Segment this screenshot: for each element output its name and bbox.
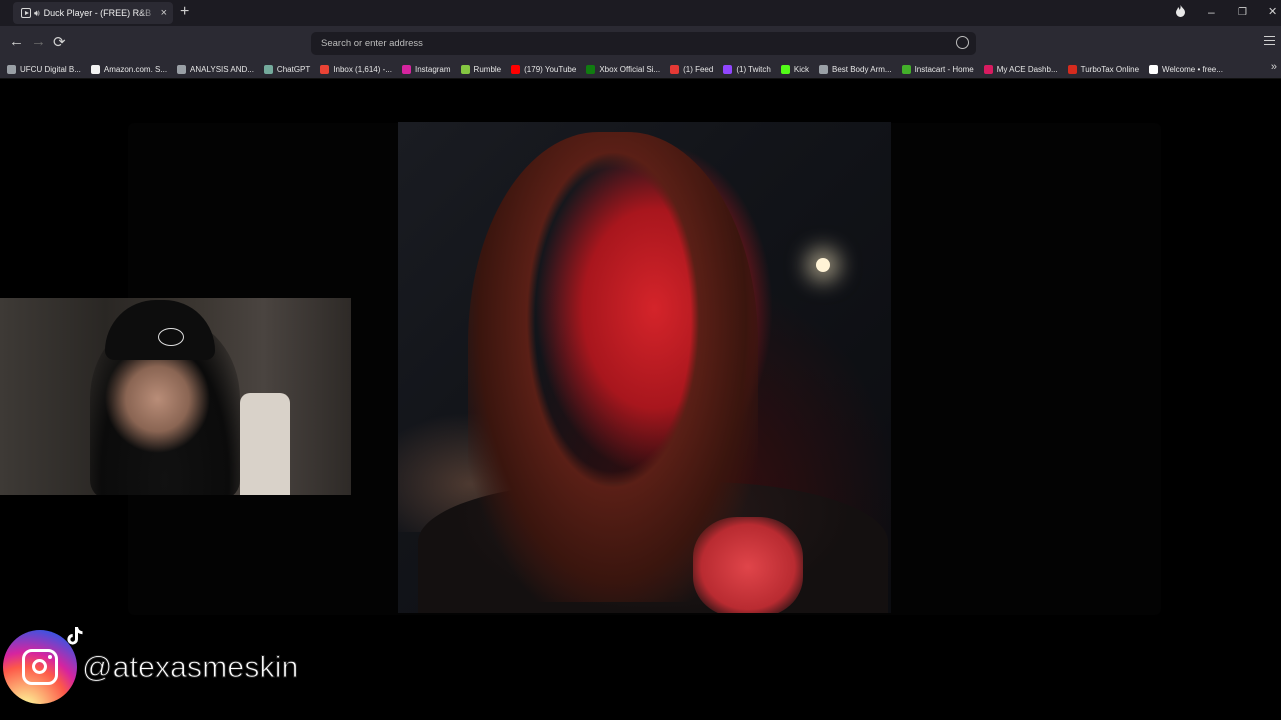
bookmark-item[interactable]: Kick [780, 64, 809, 74]
minimize-button[interactable]: – [1208, 5, 1215, 19]
bookmark-favicon-icon [460, 64, 470, 74]
bookmark-favicon-icon [511, 64, 521, 74]
page-content: @atexasmeskin [0, 80, 1281, 720]
speaker-icon[interactable]: 🔊︎ [34, 8, 40, 19]
bookmark-favicon-icon [177, 64, 187, 74]
bookmark-label: (1) Twitch [736, 64, 771, 74]
bookmark-favicon-icon [723, 64, 733, 74]
instagram-icon [3, 630, 77, 704]
streetlight [816, 258, 830, 272]
navigation-bar: ← → ⟳ Search or enter address [0, 26, 1281, 60]
bookmark-favicon-icon [901, 64, 911, 74]
bookmark-item[interactable]: ANALYSIS AND... [177, 64, 254, 74]
bookmark-item[interactable]: Welcome • free... [1149, 64, 1223, 74]
ai-chat-icon[interactable] [956, 36, 969, 49]
hand [693, 517, 803, 613]
close-window-button[interactable]: ✕ [1268, 5, 1277, 18]
address-bar[interactable]: Search or enter address [311, 32, 976, 55]
bookmark-label: UFCU Digital B... [20, 64, 81, 74]
webcam-overlay [0, 298, 351, 495]
back-button[interactable]: ← [9, 33, 24, 50]
bookmark-item[interactable]: (179) YouTube [511, 64, 577, 74]
bookmark-favicon-icon [670, 64, 680, 74]
bookmark-label: My ACE Dashb... [996, 64, 1058, 74]
bookmark-favicon-icon [586, 64, 596, 74]
bookmark-label: ChatGPT [276, 64, 311, 74]
bookmark-item[interactable]: UFCU Digital B... [7, 64, 81, 74]
bookmark-favicon-icon [1067, 64, 1077, 74]
bookmark-label: Rumble [473, 64, 502, 74]
instagram-handle: @atexasmeskin [81, 651, 299, 685]
bookmark-favicon-icon [401, 64, 411, 74]
bookmark-item[interactable]: Best Body Arm... [818, 64, 892, 74]
bookmark-favicon-icon [780, 64, 790, 74]
bookmark-favicon-icon [320, 64, 330, 74]
bookmark-favicon-icon [263, 64, 273, 74]
beanie [105, 300, 215, 360]
social-overlay: @atexasmeskin [0, 625, 360, 720]
bookmark-label: Kick [793, 64, 809, 74]
bookmark-favicon-icon [983, 64, 993, 74]
bookmark-item[interactable]: Xbox Official Si... [586, 64, 661, 74]
video-icon [21, 8, 31, 18]
bookmark-favicon-icon [1149, 64, 1159, 74]
chair [240, 393, 290, 495]
bookmark-item[interactable]: My ACE Dashb... [983, 64, 1058, 74]
bookmark-item[interactable]: Instagram [401, 64, 451, 74]
bookmark-label: Amazon.com. S... [103, 64, 168, 74]
bookmark-favicon-icon [7, 64, 16, 74]
tab-duck-player[interactable]: 🔊︎ Duck Player - (FREE) R&B × [13, 2, 173, 24]
bookmark-item[interactable]: Instacart - Home [901, 64, 974, 74]
bookmark-label: TurboTax Online [1080, 64, 1140, 74]
bookmark-favicon-icon [818, 64, 828, 74]
bookmark-item[interactable]: TurboTax Online [1067, 64, 1140, 74]
bookmark-label: Inbox (1,614) -... [333, 64, 392, 74]
bookmark-item[interactable]: (1) Twitch [723, 64, 771, 74]
bookmark-label: Welcome • free... [1162, 64, 1223, 74]
address-placeholder: Search or enter address [321, 38, 423, 49]
bookmark-label: ANALYSIS AND... [190, 64, 254, 74]
tab-strip: 🔊︎ Duck Player - (FREE) R&B × + – ❐ ✕ [0, 0, 1281, 26]
video-frame[interactable] [398, 122, 891, 613]
bookmark-label: Best Body Arm... [831, 64, 892, 74]
hamburger-menu-icon[interactable] [1264, 36, 1275, 45]
reload-button[interactable]: ⟳ [53, 33, 66, 51]
bookmark-item[interactable]: Inbox (1,614) -... [320, 64, 392, 74]
restore-button[interactable]: ❐ [1238, 7, 1247, 18]
bookmark-item[interactable]: Rumble [460, 64, 502, 74]
fire-icon[interactable] [1175, 5, 1186, 20]
bookmark-label: (1) Feed [683, 64, 714, 74]
bookmark-label: (179) YouTube [524, 64, 577, 74]
bookmark-label: Instacart - Home [914, 64, 974, 74]
new-tab-button[interactable]: + [180, 3, 189, 21]
bookmarks-overflow-icon[interactable]: » [1271, 61, 1277, 73]
tab-title: Duck Player - (FREE) R&B [43, 8, 152, 18]
forward-button[interactable]: → [31, 33, 46, 50]
beanie-logo-icon [158, 328, 184, 346]
bookmark-item[interactable]: (1) Feed [670, 64, 714, 74]
bookmark-label: Instagram [414, 64, 451, 74]
tab-close-icon[interactable]: × [161, 7, 167, 19]
bookmark-label: Xbox Official Si... [599, 64, 661, 74]
bookmark-item[interactable]: ChatGPT [263, 64, 311, 74]
bookmark-favicon-icon [90, 64, 100, 74]
bookmark-item[interactable]: Amazon.com. S... [90, 64, 168, 74]
bookmarks-bar: UFCU Digital B... Amazon.com. S... ANALYSI… [0, 60, 1281, 79]
